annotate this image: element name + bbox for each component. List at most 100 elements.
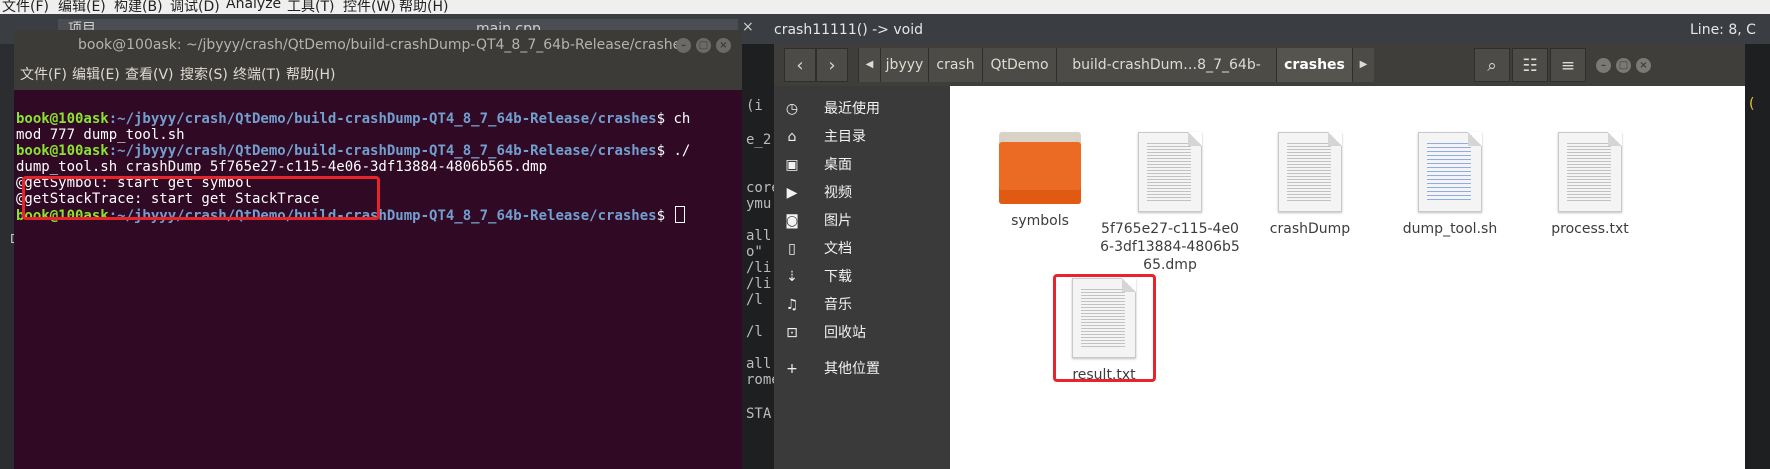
terminal-title: book@100ask: ~/jbyyy/crash/QtDemo/build-… — [78, 37, 689, 53]
qt-menu-tools[interactable]: 工具(T) — [287, 0, 334, 14]
music-icon: ♫ — [785, 297, 799, 313]
sidebar-item-label: 下载 — [824, 269, 852, 285]
term-menu-edit[interactable]: 编辑(E) — [72, 60, 120, 90]
qt-menu-widgets[interactable]: 控件(W) — [343, 0, 396, 14]
text-file-icon — [1138, 132, 1202, 212]
text-file-icon — [1278, 132, 1342, 212]
file-manager-header: ‹ › ◀ jbyyy crash QtDemo build-crashDum…… — [774, 44, 1745, 107]
code-fragment: STA — [746, 406, 772, 422]
sidebar-item-documents[interactable]: ▯ 文档 — [774, 234, 950, 264]
qt-menu-build[interactable]: 构建(B) — [114, 0, 163, 14]
code-fragment: /li — [746, 276, 772, 292]
code-fragment: ( — [1749, 96, 1755, 112]
file-item-symbols[interactable]: symbols — [970, 132, 1110, 230]
download-icon: ⇣ — [786, 269, 798, 285]
home-icon: ⌂ — [787, 129, 797, 145]
back-button[interactable]: ‹ — [784, 48, 816, 82]
forward-button[interactable]: › — [816, 48, 848, 82]
sidebar-item-downloads[interactable]: ⇣ 下载 — [774, 262, 950, 292]
document-icon: ▯ — [788, 241, 796, 257]
breadcrumb-jbyyy[interactable]: jbyyy — [880, 48, 928, 82]
folder-icon — [999, 132, 1081, 204]
code-fragment: all, — [746, 356, 774, 372]
sidebar-item-trash[interactable]: ⊡ 回收站 — [774, 318, 950, 348]
maximize-icon[interactable]: □ — [1616, 58, 1631, 73]
term-menu-help[interactable]: 帮助(H) — [286, 60, 335, 90]
term-menu-terminal[interactable]: 终端(T) — [233, 60, 280, 90]
chevron-left-icon: ‹ — [796, 55, 804, 76]
file-grid: symbols 5f765e27-c115-4e06-3df13884-4806… — [950, 86, 1745, 469]
close-document-icon[interactable]: × — [742, 19, 754, 35]
list-view-icon: ☷ — [1522, 56, 1538, 76]
term-menu-search[interactable]: 搜索(S) — [180, 60, 228, 90]
code-fragment: all, — [746, 228, 774, 244]
terminal-window: book@100ask: ~/jbyyy/crash/QtDemo/build-… — [14, 30, 742, 469]
plus-icon: + — [786, 361, 798, 377]
breadcrumb-build[interactable]: build-crashDum…8_7_64b-Release — [1056, 48, 1276, 107]
sidebar-item-desktop[interactable]: ▣ 桌面 — [774, 150, 950, 180]
terminal-cursor — [675, 206, 686, 223]
sidebar-item-label: 主目录 — [824, 129, 866, 145]
sidebar-item-label: 文档 — [824, 241, 852, 257]
code-fragment: /li — [746, 260, 772, 276]
sidebar-item-recent[interactable]: ◷ 最近使用 — [774, 94, 950, 124]
breadcrumb-scroll-left[interactable]: ◀ — [858, 48, 880, 82]
triangle-right-icon: ▶ — [1359, 59, 1368, 70]
file-name: 5f765e27-c115-4e06-3df13884-4806b565.dmp — [1100, 221, 1240, 273]
file-name: crashDump — [1269, 221, 1351, 237]
view-toggle-button[interactable]: ☷ — [1512, 48, 1548, 82]
sidebar-item-other-locations[interactable]: + 其他位置 — [774, 354, 950, 384]
file-item-crashdump[interactable]: crashDump — [1240, 132, 1380, 238]
file-item-dmp[interactable]: 5f765e27-c115-4e06-3df13884-4806b565.dmp — [1100, 132, 1240, 274]
file-name: dump_tool.sh — [1402, 221, 1498, 237]
breadcrumb-crashes[interactable]: crashes — [1276, 48, 1352, 82]
maximize-icon[interactable]: □ — [696, 38, 711, 53]
search-icon: ⌕ — [1487, 56, 1497, 76]
code-fragment: (i — [746, 98, 763, 114]
chevron-right-icon: › — [828, 55, 836, 76]
video-icon: ▶ — [786, 185, 798, 201]
function-combo[interactable]: crash11111() -> void — [774, 19, 923, 41]
sidebar-item-label: 桌面 — [824, 157, 852, 173]
sidebar-item-home[interactable]: ⌂ 主目录 — [774, 122, 950, 152]
line-indicator: Line: 8, C — [1690, 22, 1756, 38]
hamburger-icon: ≡ — [1560, 56, 1576, 76]
close-icon[interactable]: × — [716, 38, 731, 53]
terminal-output[interactable]: book@100ask:~/jbyyy/crash/QtDemo/build-c… — [14, 90, 742, 469]
sidebar-item-music[interactable]: ♫ 音乐 — [774, 290, 950, 320]
editor-fragment: (i e_2 core ymu all, o" /li /li /l /l al… — [744, 44, 774, 469]
breadcrumb-qtdemo[interactable]: QtDemo — [982, 48, 1056, 82]
highlight-box — [22, 176, 380, 220]
sidebar-item-label: 最近使用 — [824, 101, 880, 117]
highlight-box — [1053, 274, 1156, 382]
file-item-dump-tool[interactable]: dump_tool.sh — [1380, 132, 1520, 238]
sidebar: ◷ 最近使用 ⌂ 主目录 ▣ 桌面 ▶ 视频 ◙ 图片 ▯ 文档 ⇣ 下载 ♫ 音乐 ⊡ 回收站 … — [774, 86, 950, 469]
code-fragment: core — [746, 180, 774, 196]
sidebar-item-label: 图片 — [824, 213, 852, 229]
minimize-icon[interactable]: – — [1596, 58, 1611, 73]
code-fragment: o" — [746, 244, 763, 260]
sidebar-item-pictures[interactable]: ◙ 图片 — [774, 206, 950, 236]
qt-menu-file[interactable]: 文件(F) — [2, 0, 49, 14]
minimize-icon[interactable]: – — [676, 38, 691, 53]
breadcrumb-crash[interactable]: crash — [928, 48, 982, 82]
text-file-icon — [1558, 132, 1622, 212]
code-fragment: rome — [746, 372, 774, 388]
qt-menu-analyze[interactable]: Analyze — [226, 0, 281, 12]
file-item-process[interactable]: process.txt — [1520, 132, 1660, 238]
qt-menu-edit[interactable]: 编辑(E) — [58, 0, 106, 14]
sidebar-item-videos[interactable]: ▶ 视频 — [774, 178, 950, 208]
script-file-icon — [1418, 132, 1482, 212]
close-icon[interactable]: × — [1636, 58, 1651, 73]
code-fragment: ymu — [746, 196, 772, 212]
search-button[interactable]: ⌕ — [1474, 48, 1510, 82]
qt-menu-debug[interactable]: 调试(D) — [170, 0, 220, 14]
term-menu-view[interactable]: 查看(V) — [125, 60, 174, 90]
term-menu-file[interactable]: 文件(F) — [20, 60, 67, 90]
menu-button[interactable]: ≡ — [1550, 48, 1586, 82]
qt-menu-help[interactable]: 帮助(H) — [399, 0, 448, 14]
breadcrumb-scroll-right[interactable]: ▶ — [1352, 48, 1374, 82]
sidebar-item-label: 回收站 — [824, 325, 866, 341]
terminal-titlebar: book@100ask: ~/jbyyy/crash/QtDemo/build-… — [14, 30, 742, 60]
trash-icon: ⊡ — [786, 325, 798, 341]
